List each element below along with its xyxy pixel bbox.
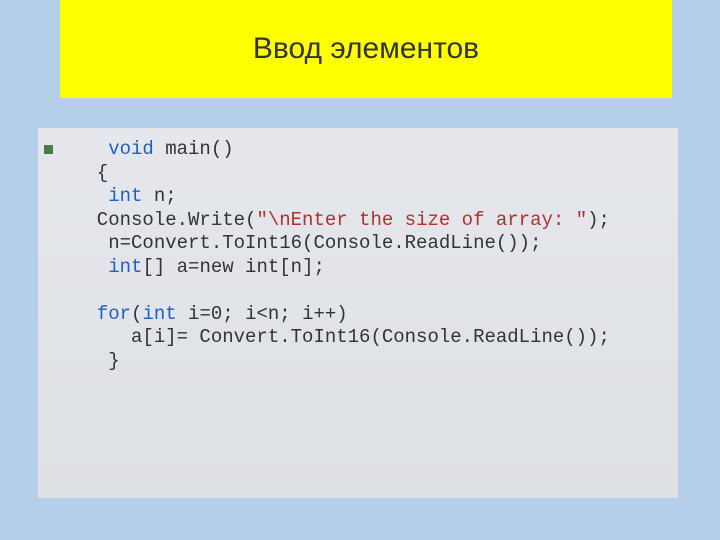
title-bar: Ввод элементов bbox=[60, 0, 672, 98]
bullet-icon bbox=[44, 145, 53, 154]
keyword-for: for bbox=[97, 303, 131, 325]
string-literal: "\nEnter the size of array: " bbox=[256, 209, 587, 231]
slide-title: Ввод элементов bbox=[253, 32, 479, 66]
code-text: } bbox=[74, 350, 120, 372]
code-text: i=0; i<n; i++) bbox=[177, 303, 348, 325]
code-text: ); bbox=[587, 209, 610, 231]
code-indent bbox=[74, 256, 108, 278]
code-text: a[i]= Convert.ToInt16(Console.ReadLine()… bbox=[74, 326, 610, 348]
code-text: n=Convert.ToInt16(Console.ReadLine()); bbox=[74, 232, 541, 254]
slide: Ввод элементов void main() { int n; Cons… bbox=[0, 0, 720, 540]
keyword-int-array: int bbox=[108, 256, 142, 278]
keyword-int-loop: int bbox=[142, 303, 176, 325]
code-indent bbox=[74, 185, 108, 207]
code-block: void main() { int n; Console.Write("\nEn… bbox=[74, 138, 610, 373]
keyword-void: void bbox=[108, 138, 154, 160]
keyword-int: int bbox=[108, 185, 142, 207]
code-indent bbox=[74, 303, 97, 325]
code-text: { bbox=[74, 162, 108, 184]
code-text: n; bbox=[142, 185, 176, 207]
code-text: Console.Write( bbox=[74, 209, 256, 231]
code-text: ( bbox=[131, 303, 142, 325]
code-text: main() bbox=[154, 138, 234, 160]
code-text: [] a=new int[n]; bbox=[142, 256, 324, 278]
code-indent bbox=[74, 138, 108, 160]
